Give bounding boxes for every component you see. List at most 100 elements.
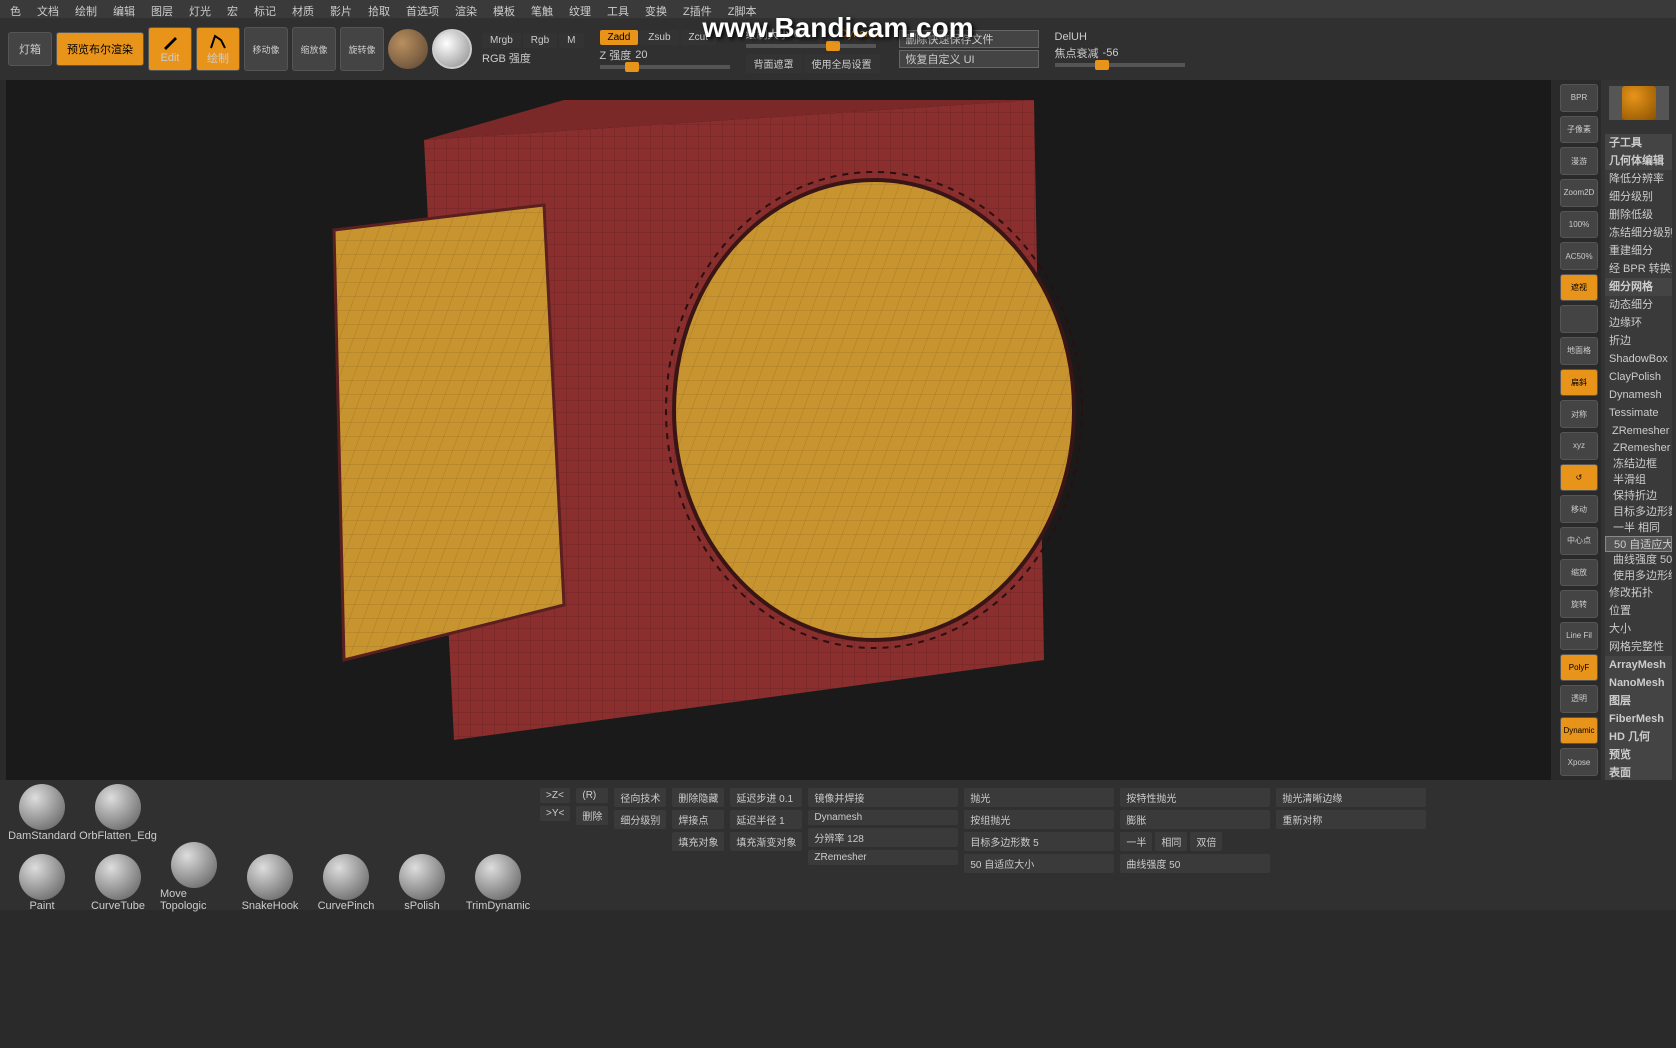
menu-item[interactable]: 文档 bbox=[31, 2, 65, 16]
palette-item[interactable]: 保持折边 bbox=[1605, 488, 1672, 504]
xyz-button[interactable]: xyz bbox=[1560, 432, 1598, 460]
polyf-button[interactable]: PolyF bbox=[1560, 654, 1598, 682]
menu-item[interactable]: 色 bbox=[4, 2, 27, 16]
subdiv-slider[interactable]: 细分级别 bbox=[614, 810, 666, 829]
local-button[interactable]: 扁斜 bbox=[1560, 369, 1598, 397]
palette-item[interactable]: 使用多边形绘制 bbox=[1605, 568, 1672, 584]
refresh-button[interactable]: 重新对称 bbox=[1276, 810, 1426, 829]
menu-item[interactable]: 笔触 bbox=[525, 2, 559, 16]
zadd-tab[interactable]: Zadd bbox=[600, 30, 639, 45]
menu-item[interactable]: 纹理 bbox=[563, 2, 597, 16]
restore-ui-input[interactable] bbox=[899, 50, 1039, 68]
polish-group-button[interactable]: 按组抛光 bbox=[964, 810, 1114, 829]
floor-button[interactable] bbox=[1560, 305, 1598, 333]
half-button[interactable]: 一半 bbox=[1120, 832, 1152, 851]
draw-button[interactable]: 绘制 bbox=[196, 27, 240, 71]
palette-item[interactable]: 删除低级 bbox=[1605, 206, 1672, 224]
brush-icon[interactable] bbox=[247, 854, 293, 900]
polish-crisp-button[interactable]: 抛光清晰边缘 bbox=[1276, 788, 1426, 807]
palette-item[interactable]: 细分网格 bbox=[1605, 278, 1672, 296]
menu-item[interactable]: 变换 bbox=[639, 2, 673, 16]
delay-step-slider[interactable]: 延迟步进 0.1 bbox=[730, 788, 802, 807]
palette-item[interactable]: ArrayMesh bbox=[1605, 656, 1672, 674]
brush-icon[interactable] bbox=[171, 842, 217, 888]
delay-rad-slider[interactable]: 延迟半径 1 bbox=[730, 810, 802, 829]
zremesher-button[interactable]: ZRemesher bbox=[808, 850, 958, 865]
grid-button[interactable]: 地面格 bbox=[1560, 337, 1598, 365]
menu-item[interactable]: 渲染 bbox=[449, 2, 483, 16]
rotate-nav-button[interactable]: Line Fil bbox=[1560, 622, 1598, 650]
brush-icon[interactable] bbox=[399, 854, 445, 900]
quick-input-1[interactable]: 使用全局设置 bbox=[804, 54, 880, 73]
live-boolean-button[interactable]: 预览布尔渲染 bbox=[56, 32, 144, 66]
palette-item[interactable]: 曲线强度 50 bbox=[1605, 552, 1672, 568]
same-button[interactable]: 相同 bbox=[1155, 832, 1187, 851]
lasso-button[interactable]: ↺ bbox=[1560, 464, 1598, 492]
palette-item[interactable]: 表面 bbox=[1605, 764, 1672, 780]
menu-item[interactable]: 绘制 bbox=[69, 2, 103, 16]
sym-button[interactable]: 对称 bbox=[1560, 400, 1598, 428]
palette-item[interactable]: 动态细分 bbox=[1605, 296, 1672, 314]
draw-size-slider[interactable] bbox=[746, 44, 876, 48]
palette-item[interactable]: HD 几何 bbox=[1605, 728, 1672, 746]
res-slider[interactable]: 分辨率 128 bbox=[808, 828, 958, 847]
palette-item[interactable]: 网格完整性 bbox=[1605, 638, 1672, 656]
persp-button[interactable]: 遮视 bbox=[1560, 274, 1598, 302]
rotate-button[interactable]: 旋转像 bbox=[340, 27, 384, 71]
polish-button[interactable]: 抛光 bbox=[964, 788, 1114, 807]
weld-button[interactable]: 焊接点 bbox=[672, 810, 724, 829]
polish-feature-button[interactable]: 按特性抛光 bbox=[1120, 788, 1270, 807]
mrgb-tab[interactable]: Mrgb bbox=[482, 33, 521, 48]
menu-item[interactable]: 首选项 bbox=[400, 2, 445, 16]
dynamic-nav-button[interactable]: Dynamic bbox=[1560, 717, 1598, 745]
delete-button[interactable]: 删除 bbox=[576, 806, 608, 825]
fill-grad-button[interactable]: 填充渐变对象 bbox=[730, 832, 802, 851]
del-uh-label[interactable]: DelUH bbox=[1055, 31, 1185, 43]
palette-item[interactable]: 经 BPR 转换为几 bbox=[1605, 260, 1672, 278]
palette-item[interactable]: NanoMesh bbox=[1605, 674, 1672, 692]
transp-button[interactable]: 透明 bbox=[1560, 685, 1598, 713]
m-tab[interactable]: M bbox=[559, 33, 583, 48]
brush-icon[interactable] bbox=[95, 784, 141, 830]
palette-item[interactable]: 50 自适应大小 bbox=[1605, 536, 1672, 552]
palette-item[interactable]: 目标多边形数 5 bbox=[1605, 504, 1672, 520]
bpr-button[interactable]: BPR bbox=[1560, 84, 1598, 112]
curve-str-slider[interactable]: 曲线强度 50 bbox=[1120, 854, 1270, 873]
palette-item[interactable]: ClayPolish bbox=[1605, 368, 1672, 386]
focal-shift-slider[interactable] bbox=[1055, 63, 1185, 67]
menu-item[interactable]: 工具 bbox=[601, 2, 635, 16]
brush-icon[interactable] bbox=[19, 784, 65, 830]
brush-icon[interactable] bbox=[95, 854, 141, 900]
menu-item[interactable]: 影片 bbox=[324, 2, 358, 16]
palette-item[interactable]: Dynamesh bbox=[1605, 386, 1672, 404]
brush-icon[interactable] bbox=[475, 854, 521, 900]
del-hidden-button[interactable]: 删除隐藏 bbox=[672, 788, 724, 807]
palette-item[interactable]: 冻结细分级别 bbox=[1605, 224, 1672, 242]
palette-item[interactable]: 细分级别 bbox=[1605, 188, 1672, 206]
menu-item[interactable]: 材质 bbox=[286, 2, 320, 16]
menu-item[interactable]: 标记 bbox=[248, 2, 282, 16]
palette-item[interactable]: 预览 bbox=[1605, 746, 1672, 764]
adaptive-slider[interactable]: 50 自适应大小 bbox=[964, 854, 1114, 873]
palette-item[interactable]: 重建细分 bbox=[1605, 242, 1672, 260]
lightbox-button[interactable]: 灯箱 bbox=[8, 32, 52, 66]
palette-item[interactable]: 边缘环 bbox=[1605, 314, 1672, 332]
z-intensity-slider[interactable] bbox=[600, 65, 730, 69]
bg-sphere[interactable] bbox=[432, 29, 472, 69]
dynamesh-button[interactable]: Dynamesh bbox=[808, 810, 958, 825]
palette-item[interactable]: 子工具 bbox=[1605, 134, 1672, 152]
menu-item[interactable]: 灯光 bbox=[183, 2, 217, 16]
palette-item[interactable]: 大小 bbox=[1605, 620, 1672, 638]
menu-item[interactable]: 模板 bbox=[487, 2, 521, 16]
scale-nav-button[interactable]: 旋转 bbox=[1560, 590, 1598, 618]
palette-item[interactable]: ZRemesher bbox=[1605, 422, 1672, 440]
zoom2d-button[interactable]: Zoom2D bbox=[1560, 179, 1598, 207]
edit-button[interactable]: Edit bbox=[148, 27, 192, 71]
move-nav-button[interactable]: 缩放 bbox=[1560, 559, 1598, 587]
matcap-sphere[interactable] bbox=[388, 29, 428, 69]
aahalf-button[interactable]: AC50% bbox=[1560, 242, 1598, 270]
palette-item[interactable]: 位置 bbox=[1605, 602, 1672, 620]
double-button[interactable]: 双倍 bbox=[1190, 832, 1222, 851]
pan-button[interactable]: 漫游 bbox=[1560, 147, 1598, 175]
palette-item[interactable]: 降低分辨率 bbox=[1605, 170, 1672, 188]
